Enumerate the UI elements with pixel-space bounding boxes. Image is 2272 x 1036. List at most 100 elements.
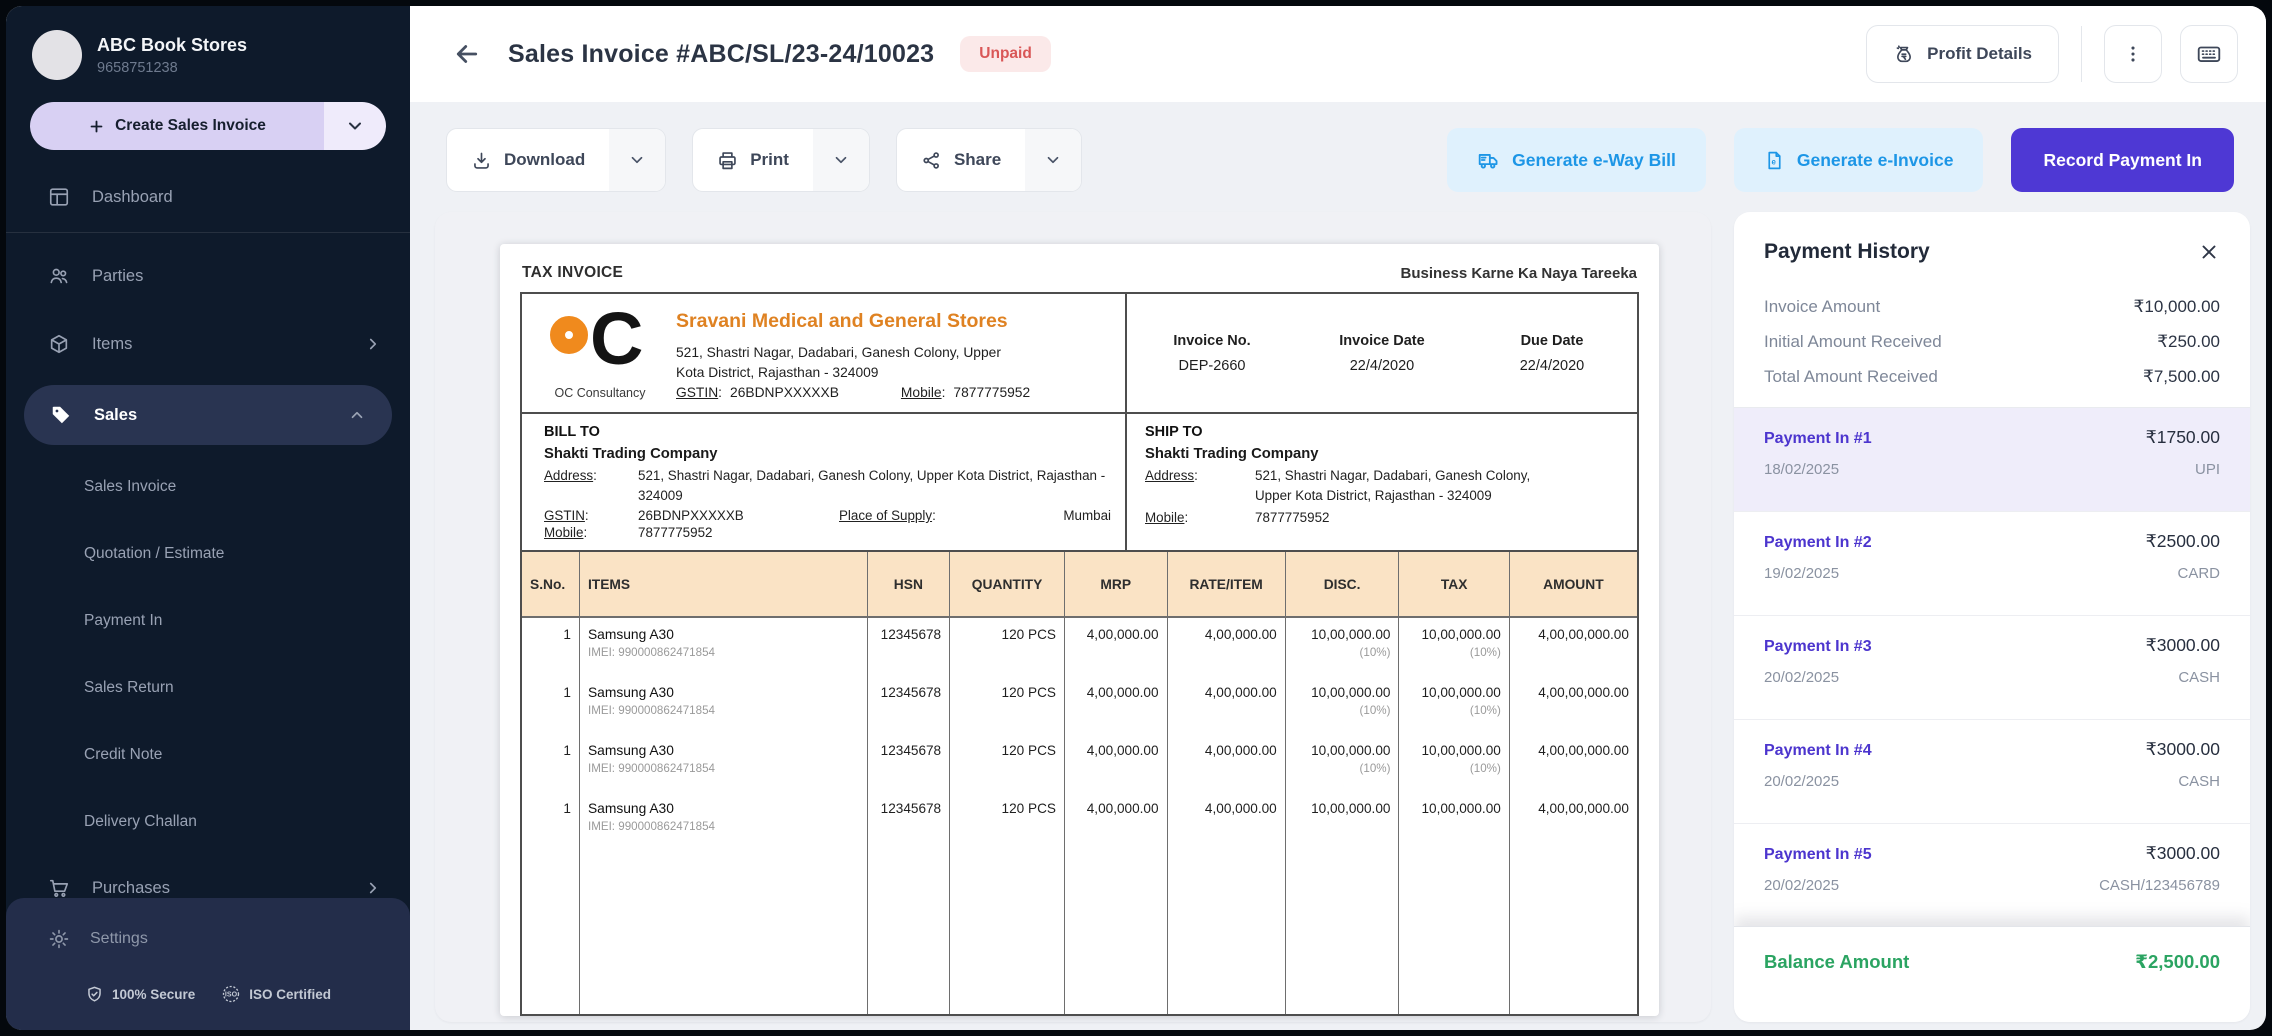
col-header-amount: AMOUNT [1510,552,1637,618]
print-button[interactable]: Print [692,128,870,192]
bill-to-heading: BILL TO [544,424,1111,440]
ship-to-address-line2: Upper Kota District, Rajasthan - 324009 [1255,488,1492,503]
parties-icon [48,265,70,287]
initial-amount-label: Initial Amount Received [1764,332,1942,352]
total-amount-value: ₹7,500.00 [2143,367,2220,387]
payment-name[interactable]: Payment In #3 [1764,638,1872,656]
payment-row-4[interactable]: Payment In #4₹3000.00 20/02/2025CASH [1734,720,2250,824]
sidebar-item-sales[interactable]: Sales [24,385,392,445]
sidebar-item-settings[interactable]: Settings [6,916,410,962]
ship-to-address-line1: 521, Shastri Nagar, Dadabari, Ganesh Col… [1255,468,1530,483]
download-button[interactable]: Download [446,128,666,192]
payment-mode: CASH [2178,669,2220,686]
sidebar-item-quotation-estimate[interactable]: Quotation / Estimate [6,529,410,579]
payment-history-panel: Payment History Invoice Amount ₹10,000.0… [1734,212,2250,1022]
more-options-button[interactable] [2104,25,2162,83]
balance-amount-value: ₹2,500.00 [2135,951,2220,973]
sidebar-item-dashboard[interactable]: Dashboard [6,172,410,222]
sidebar-item-items[interactable]: Items [6,319,410,369]
row-qty: 120 PCS [950,676,1065,734]
sidebar-item-sales-return[interactable]: Sales Return [6,663,410,713]
total-amount-label: Total Amount Received [1764,367,1938,387]
generate-eway-bill-button[interactable]: Generate e-Way Bill [1447,128,1706,192]
row-amount: 4,00,00,000.00 [1510,734,1637,792]
row-mrp: 4,00,000.00 [1065,618,1168,676]
payment-name[interactable]: Payment In #5 [1764,846,1872,864]
row-disc: 10,00,000.00(10%) [1286,734,1400,792]
profit-details-button[interactable]: Profit Details [1866,25,2059,83]
due-date-value: 22/4/2020 [1467,358,1637,374]
svg-text:e: e [1771,157,1776,166]
col-header-sno: S.No. [522,552,580,618]
payment-row-3[interactable]: Payment In #3₹3000.00 20/02/2025CASH [1734,616,2250,720]
row-mrp: 4,00,000.00 [1065,676,1168,734]
box-icon [48,333,70,355]
share-dropdown[interactable] [1025,129,1081,191]
invoice-amount-label: Invoice Amount [1764,297,1880,317]
plus-icon [88,118,105,135]
invoice-items-table: S.No. ITEMS HSN QUANTITY MRP RATE/ITEM D… [522,552,1637,1014]
row-qty: 120 PCS [950,792,1065,850]
row-disc: 10,00,000.00(10%) [1286,676,1400,734]
payment-row-5[interactable]: Payment In #5₹3000.00 20/02/2025CASH/123… [1734,824,2250,926]
seller-gstin-value: 26BDNPXXXXXB [730,385,839,400]
row-tax: 10,00,000.00(10%) [1399,734,1509,792]
seller-section: C OC Consultancy Sravani Medical and Gen… [522,294,1125,412]
business-profile[interactable]: ABC Book Stores 9658751238 [32,30,384,80]
business-phone: 9658751238 [97,60,247,76]
business-name: ABC Book Stores [97,35,247,56]
document-icon: e [1764,150,1785,171]
sidebar-item-parties[interactable]: Parties [6,251,410,301]
initial-amount-value: ₹250.00 [2157,332,2220,352]
payment-row-1[interactable]: Payment In #1₹1750.00 18/02/2025UPI [1734,408,2250,512]
payment-mode: CASH/123456789 [2099,877,2220,894]
create-sales-invoice-button[interactable]: Create Sales Invoice [30,102,386,150]
sidebar-item-delivery-challan[interactable]: Delivery Challan [6,797,410,847]
print-dropdown[interactable] [813,129,869,191]
create-invoice-dropdown[interactable] [324,102,386,150]
generate-einvoice-button[interactable]: e Generate e-Invoice [1734,128,1984,192]
create-sales-invoice-label: Create Sales Invoice [115,117,266,135]
payment-date: 18/02/2025 [1764,461,1839,478]
sidebar-item-payment-in[interactable]: Payment In [6,596,410,646]
chevron-right-icon [364,879,382,897]
gear-icon [48,928,70,950]
payment-name[interactable]: Payment In #1 [1764,430,1872,448]
invoice-date-label: Invoice Date [1297,333,1467,349]
seller-name: Sravani Medical and General Stores [676,310,1030,333]
row-sno: 1 [522,734,580,792]
download-dropdown[interactable] [609,129,665,191]
seller-gstin-label: GSTIN [676,385,718,400]
payment-name[interactable]: Payment In #4 [1764,742,1872,760]
balance-footer: Balance Amount ₹2,500.00 [1734,926,2250,1022]
chevron-down-icon [832,151,850,169]
row-hsn: 12345678 [868,734,951,792]
seller-address-line2: Kota District, Rajasthan - 324009 [676,363,1030,383]
record-payment-in-button[interactable]: Record Payment In [2011,128,2234,192]
bill-to-address-value: 521, Shastri Nagar, Dadabari, Ganesh Col… [638,466,1111,506]
payment-mode: CASH [2178,773,2220,790]
bill-to-mobile-label: Mobile [544,525,583,540]
sidebar-item-credit-note[interactable]: Credit Note [6,730,410,780]
invoice-tagline: Business Karne Ka Naya Tareeka [1400,265,1637,282]
sidebar-item-sales-invoice[interactable]: Sales Invoice [6,462,410,512]
back-button[interactable] [452,39,482,69]
row-rate: 4,00,000.00 [1168,792,1286,850]
kebab-menu-icon [2122,43,2144,65]
payment-date: 20/02/2025 [1764,877,1839,894]
payment-row-2[interactable]: Payment In #2₹2500.00 19/02/2025CARD [1734,512,2250,616]
row-item: Samsung A30IMEI: 990000862471854 [580,734,868,792]
row-amount: 4,00,00,000.00 [1510,792,1637,850]
payment-date: 19/02/2025 [1764,565,1839,582]
invoice-preview-pane: TAX INVOICE Business Karne Ka Naya Taree… [435,212,1711,1022]
status-badge-unpaid: Unpaid [960,36,1051,72]
invoice-no-value: DEP-2660 [1127,358,1297,374]
payment-name[interactable]: Payment In #2 [1764,534,1872,552]
bill-to-gstin-label: GSTIN [544,508,585,523]
sidebar-nav: Dashboard Parties Items Sales Sales Invo… [6,172,410,913]
share-button[interactable]: Share [896,128,1082,192]
close-icon[interactable] [2198,241,2220,263]
share-icon [921,150,942,171]
keyboard-shortcuts-button[interactable] [2180,25,2238,83]
logo-caption: OC Consultancy [554,386,645,400]
